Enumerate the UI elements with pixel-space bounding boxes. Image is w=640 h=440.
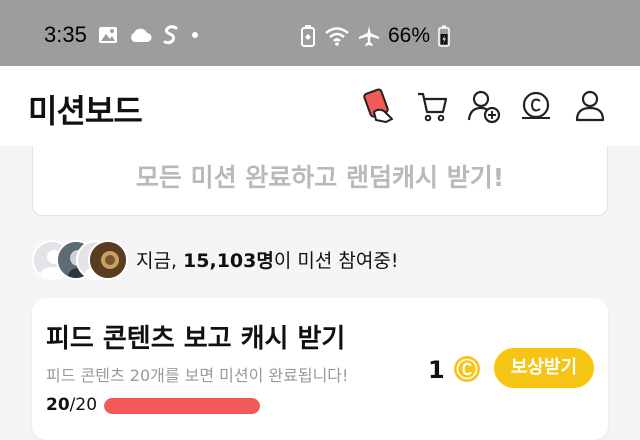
- participation-suffix: 이 미션 참여중!: [273, 250, 399, 272]
- battery-percent: 66%: [388, 24, 431, 47]
- mission-description: 피드 콘텐츠 20개를 보면 미션이 완료됩니다!: [46, 366, 349, 385]
- airplane-icon: [358, 25, 380, 47]
- progress-text: 20/20: [46, 395, 97, 415]
- cloud-icon: [128, 27, 152, 43]
- participation-prefix: 지금,: [136, 250, 184, 272]
- avatar: [88, 240, 128, 280]
- battery-saver-icon: [300, 25, 316, 47]
- s-app-icon: [162, 25, 180, 45]
- cart-icon[interactable]: [414, 88, 450, 124]
- mission-title: 피드 콘텐츠 보고 캐시 받기: [46, 324, 346, 354]
- progress-bar-fill: [104, 398, 260, 414]
- status-icons-left: [98, 25, 200, 45]
- coin-icon: [452, 354, 482, 384]
- profile-icon[interactable]: [572, 88, 608, 124]
- banner-text: 모든 미션 완료하고 랜덤캐시 받기!: [135, 163, 505, 192]
- progress-total: /20: [69, 395, 98, 415]
- participant-count: 15,103명: [183, 250, 274, 272]
- photo-icon: [98, 26, 118, 44]
- wifi-icon: [324, 26, 350, 46]
- status-icons-right: 66%: [300, 24, 450, 48]
- status-time: 3:35: [44, 22, 87, 47]
- add-friend-icon[interactable]: [466, 88, 502, 124]
- participant-avatars: [32, 240, 128, 280]
- battery-icon: [438, 25, 450, 47]
- dot-icon: [190, 30, 200, 40]
- progress-bar: [104, 398, 260, 414]
- card-hand-icon[interactable]: [362, 88, 398, 124]
- coin-history-icon[interactable]: [518, 88, 554, 124]
- participation-text: 지금, 15,103명이 미션 참여중!: [136, 246, 398, 273]
- claim-reward-button[interactable]: 보상받기: [494, 348, 594, 388]
- page-title: 미션보드: [28, 92, 143, 130]
- reward-amount: 1: [428, 356, 445, 384]
- progress-current: 20: [46, 395, 70, 415]
